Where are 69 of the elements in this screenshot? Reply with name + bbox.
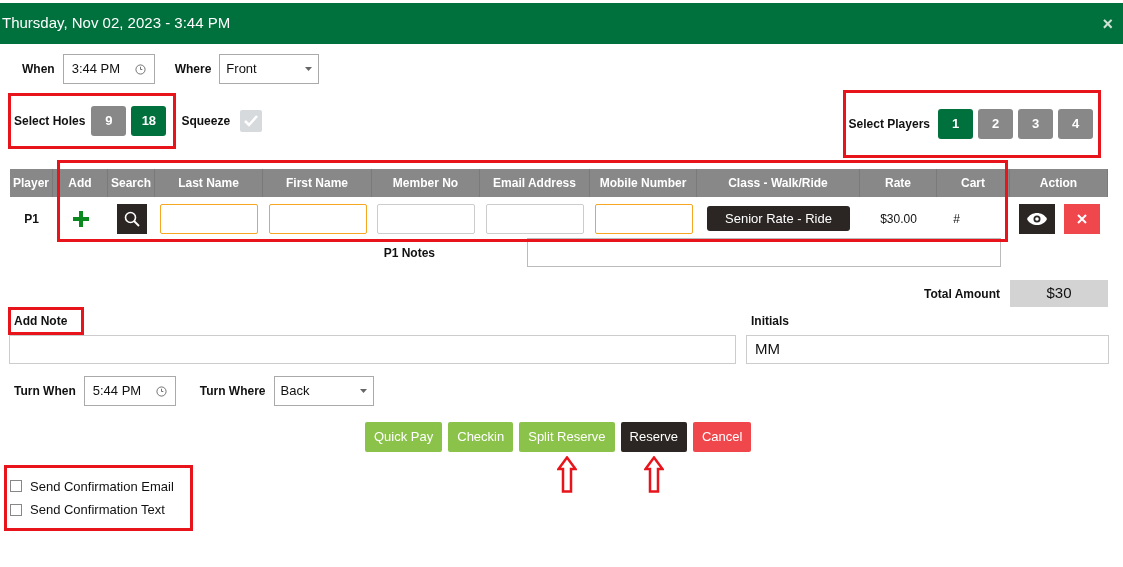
note-field[interactable] xyxy=(9,335,736,364)
delete-button[interactable] xyxy=(1063,203,1100,234)
window-title: Thursday, Nov 02, 2023 - 3:44 PM xyxy=(2,13,231,34)
option-button[interactable]: 3 xyxy=(1018,109,1053,139)
option-button[interactable]: 4 xyxy=(1058,109,1093,139)
column-header: Member No xyxy=(372,169,480,197)
close-icon xyxy=(1076,213,1087,224)
field-label: Initials xyxy=(750,313,789,330)
field-label: Select Players xyxy=(848,116,930,133)
initials-field[interactable]: MM xyxy=(746,335,1109,364)
input-field[interactable] xyxy=(268,203,367,234)
field-label: Turn When xyxy=(14,383,76,400)
field-label: Squeeze xyxy=(181,113,231,130)
where-dropdown[interactable]: Front xyxy=(219,54,320,84)
column-header: Player xyxy=(10,169,53,197)
close-button[interactable]: × xyxy=(1102,14,1113,33)
notes-field[interactable] xyxy=(527,238,1001,267)
action-button[interactable]: Reserve xyxy=(620,422,687,452)
total-amount: $30 xyxy=(1010,280,1108,307)
notes-label: P1 Notes xyxy=(383,244,435,262)
column-header: Class - Walk/Ride xyxy=(697,169,860,197)
table-cell-text: $30.00 xyxy=(879,210,918,228)
column-header: Mobile Number xyxy=(590,169,697,197)
column-header: Email Address xyxy=(480,169,590,197)
field-label: Turn Where xyxy=(199,383,266,400)
time-field[interactable]: 3:44 PM xyxy=(62,54,155,84)
turn-where-dropdown[interactable]: Back xyxy=(273,376,374,406)
option-button[interactable]: 2 xyxy=(978,109,1013,139)
up-arrow-icon xyxy=(556,456,577,493)
search-button[interactable] xyxy=(116,203,147,234)
add-icon[interactable] xyxy=(72,210,89,227)
view-button[interactable] xyxy=(1018,203,1055,234)
table-cell-text: P1 xyxy=(23,210,40,228)
action-button[interactable]: Cancel xyxy=(692,422,752,452)
search-icon xyxy=(123,210,140,227)
eye-icon xyxy=(1026,212,1047,225)
column-header: First Name xyxy=(263,169,372,197)
field-label: Where xyxy=(174,61,212,78)
option-button[interactable]: 18 xyxy=(131,106,167,136)
checkbox[interactable] xyxy=(10,503,22,516)
table-cell-text: # xyxy=(953,210,960,228)
input-field[interactable] xyxy=(486,203,584,234)
up-arrow-icon xyxy=(643,456,664,493)
input-field[interactable] xyxy=(160,203,258,234)
option-button[interactable]: 1 xyxy=(938,109,973,139)
column-header: Action xyxy=(1010,169,1108,197)
checkbox[interactable] xyxy=(10,480,22,493)
caret-icon xyxy=(359,389,367,393)
option-button[interactable]: 9 xyxy=(91,106,127,136)
column-header: Rate xyxy=(860,169,937,197)
column-header: Last Name xyxy=(155,169,263,197)
clock-icon xyxy=(155,385,167,397)
column-header: Search xyxy=(108,169,155,197)
field-label: When xyxy=(22,61,55,78)
time-field[interactable]: 5:44 PM xyxy=(83,376,176,406)
column-header: Cart xyxy=(937,169,1010,197)
checkbox-label: Send Confirmation Text xyxy=(30,501,165,519)
checkbox-label: Send Confirmation Email xyxy=(30,477,174,496)
check-icon xyxy=(244,115,259,127)
field-label: Select Holes xyxy=(14,113,86,130)
clock-icon xyxy=(134,63,146,75)
field-label: Add Note xyxy=(14,313,68,330)
caret-icon xyxy=(305,67,313,71)
input-field[interactable] xyxy=(594,203,693,234)
total-label: Total Amount xyxy=(924,285,1000,303)
input-field[interactable] xyxy=(377,203,475,234)
column-header: Add xyxy=(53,169,108,197)
squeeze-checkbox[interactable] xyxy=(240,110,263,132)
class-button[interactable]: Senior Rate - Ride xyxy=(707,206,850,231)
